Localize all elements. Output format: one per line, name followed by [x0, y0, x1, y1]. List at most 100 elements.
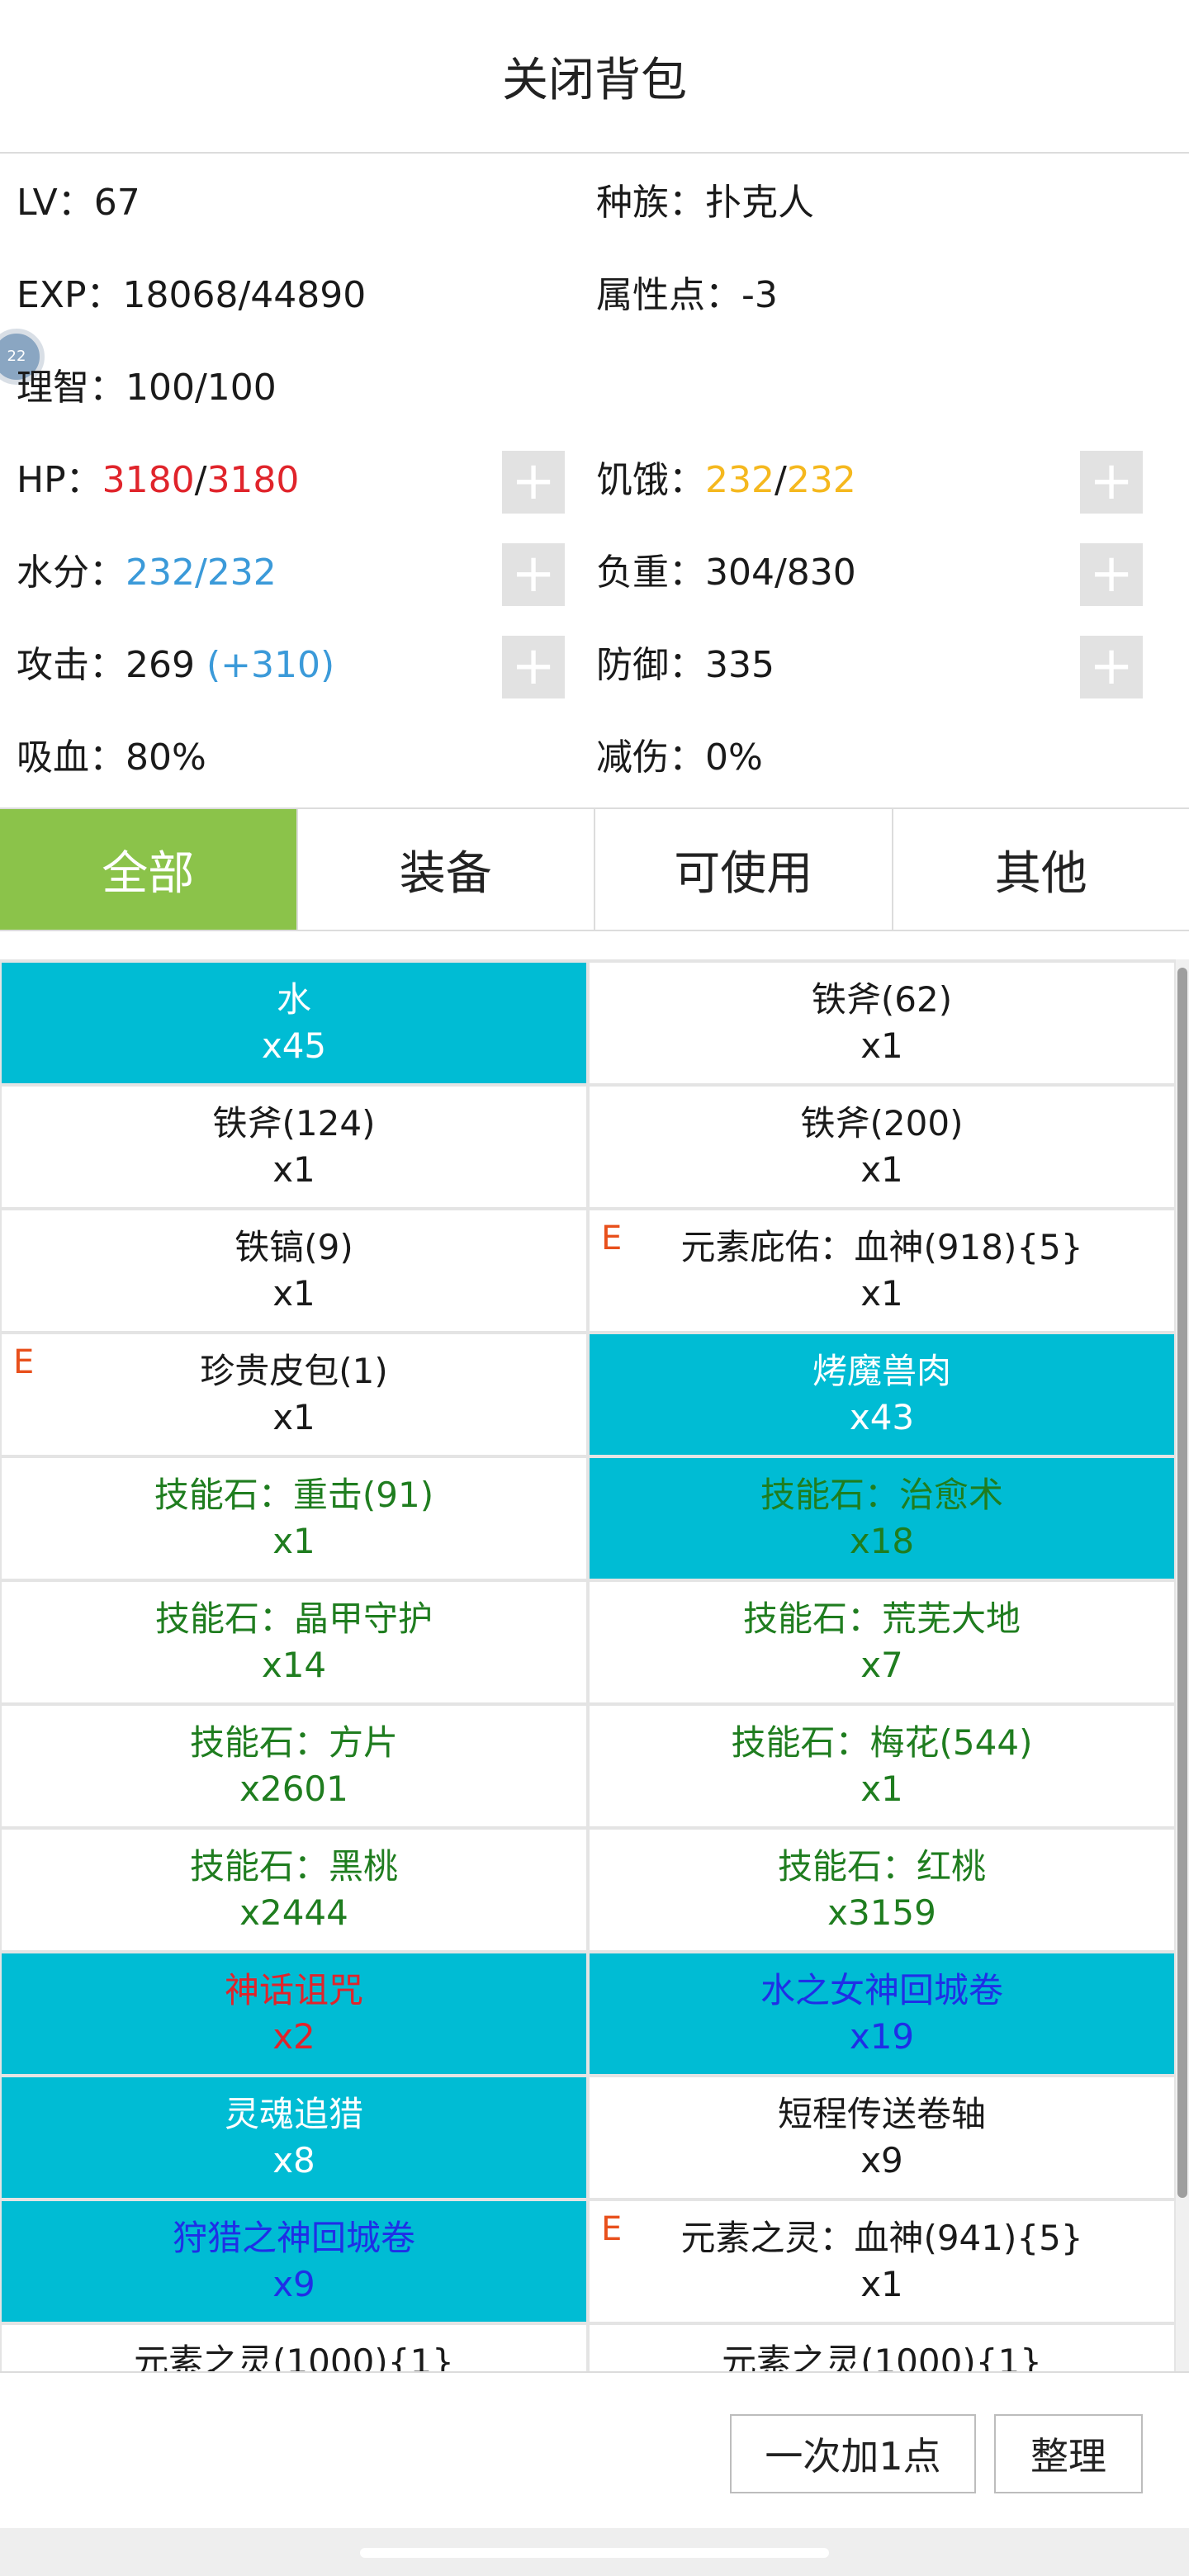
stat-hp-label: HP：	[17, 459, 102, 501]
plus-icon: +	[1089, 543, 1134, 604]
inventory-item[interactable]: 元素之灵(1000){1}x1	[2, 2325, 586, 2371]
inventory-item[interactable]: 灵魂追猎 x8	[2, 2077, 586, 2198]
inventory-item-count: x9	[272, 2264, 315, 2304]
stat-attribute-points-label: 属性点：	[596, 274, 741, 316]
inventory-item-name: 神话诅咒	[224, 1970, 363, 2010]
inventory-item-name: 技能石：治愈术	[760, 1475, 1003, 1515]
load-plus-button[interactable]: +	[1080, 543, 1143, 606]
tab-all[interactable]: 全部	[0, 809, 296, 930]
inventory-item[interactable]: 技能石：晶甲守护 x14	[2, 1582, 586, 1702]
inventory-item[interactable]: 技能石：梅花(544) x1	[590, 1706, 1174, 1826]
plus-icon: +	[511, 636, 556, 697]
inventory-item-count: x1	[860, 1273, 903, 1314]
inventory-item[interactable]: 技能石：荒芜大地 x7	[590, 1582, 1174, 1702]
inventory-item-name: 技能石：方片	[189, 1722, 398, 1763]
plus-icon: +	[511, 543, 556, 604]
stat-race: 种族：扑克人	[596, 170, 814, 236]
inventory-item-count: x18	[849, 1521, 915, 1561]
stat-lifesteal-label: 吸血：	[17, 736, 126, 779]
plus-icon: +	[1089, 451, 1134, 512]
stat-hp: HP：3180/3180	[17, 447, 299, 514]
attack-plus-button[interactable]: +	[502, 636, 565, 698]
add-one-point-label: 一次加1点	[765, 2434, 941, 2479]
inventory-scrollbar[interactable]	[1176, 959, 1189, 2371]
inventory-item-name: 技能石：梅花(544)	[731, 1722, 1033, 1763]
tab-equipment-label: 装备	[399, 846, 492, 901]
stat-sanity-label: 理智：	[17, 367, 126, 409]
inventory-item[interactable]: 元素之灵(1000){1}x1	[590, 2325, 1174, 2371]
tab-other-label: 其他	[994, 846, 1087, 901]
bottom-toolbar: 一次加1点 整理	[0, 2371, 1189, 2528]
sort-button[interactable]: 整理	[994, 2414, 1143, 2493]
stat-load: 负重：304/830	[596, 540, 856, 606]
inventory-item[interactable]: 水 x45	[2, 963, 586, 1083]
inventory-list[interactable]: 水 x45 铁斧(62) x1 铁斧(124) x1 铁斧(200) x1 铁镐(9) x1 E 元素…	[0, 959, 1176, 2371]
stat-water-max: 232	[206, 552, 277, 594]
tab-other[interactable]: 其他	[891, 809, 1189, 930]
stat-level-value: 67	[93, 182, 140, 224]
stat-water-label: 水分：	[17, 552, 126, 594]
stat-load-label: 负重：	[596, 552, 705, 594]
inventory-item[interactable]: 铁镐(9) x1	[2, 1210, 586, 1331]
inventory-item-count: x19	[849, 2016, 915, 2057]
stat-attack-label: 攻击：	[17, 644, 126, 686]
inventory-item[interactable]: 神话诅咒 x2	[2, 1953, 586, 2074]
inventory-item-count: x2	[272, 2016, 315, 2057]
inventory-item[interactable]: 铁斧(124) x1	[2, 1087, 586, 1207]
inventory-item[interactable]: 烤魔兽肉 x43	[590, 1334, 1174, 1455]
inventory-item-name: 铁斧(124)	[212, 1103, 376, 1144]
inventory-item[interactable]: E 元素庇佑：血神(918){5} x1	[590, 1210, 1174, 1331]
stat-hunger-label: 饥饿：	[596, 459, 705, 501]
inventory-item[interactable]: E 元素之灵：血神(941){5} x1	[590, 2201, 1174, 2322]
inventory-item[interactable]: 技能石：红桃 x3159	[590, 1830, 1174, 1950]
close-backpack-header[interactable]: 关闭背包	[0, 0, 1189, 154]
inventory-item[interactable]: 狩猎之神回城卷 x9	[2, 2201, 586, 2322]
stat-exp: EXP：18068/44890	[17, 263, 366, 329]
inventory-grid: 水 x45 铁斧(62) x1 铁斧(124) x1 铁斧(200) x1 铁镐(9) x1 E 元素…	[0, 959, 1176, 2371]
add-one-point-button[interactable]: 一次加1点	[730, 2414, 976, 2493]
inventory-item-name: 技能石：红桃	[777, 1846, 986, 1887]
inventory-item[interactable]: 技能石：方片 x2601	[2, 1706, 586, 1826]
inventory-item-name: 技能石：黑桃	[189, 1846, 398, 1887]
home-indicator[interactable]	[360, 2548, 829, 2558]
inventory-item-count: x1	[272, 1149, 315, 1190]
stat-race-value: 扑克人	[705, 182, 814, 224]
stat-lifesteal-value: 80%	[126, 736, 206, 779]
water-plus-button[interactable]: +	[502, 543, 565, 606]
inventory-item[interactable]: 水之女神回城卷 x19	[590, 1953, 1174, 2074]
inventory-item[interactable]: 短程传送卷轴 x9	[590, 2077, 1174, 2198]
inventory-scroll-thumb[interactable]	[1177, 968, 1187, 2198]
tab-usable[interactable]: 可使用	[594, 809, 892, 930]
stat-attack: 攻击：269 (+310)	[17, 632, 334, 698]
defense-plus-button[interactable]: +	[1080, 636, 1143, 698]
inventory-item-name: 元素之灵(1000){1}	[134, 2342, 454, 2371]
inventory-item-name: 珍贵皮包(1)	[200, 1351, 388, 1391]
inventory-item-count: x9	[860, 2140, 903, 2181]
stat-exp-value: 18068/44890	[122, 274, 367, 316]
inventory-item[interactable]: 铁斧(200) x1	[590, 1087, 1174, 1207]
stat-defense-label: 防御：	[596, 644, 705, 686]
inventory-item[interactable]: 铁斧(62) x1	[590, 963, 1174, 1083]
tab-usable-label: 可使用	[674, 846, 813, 901]
inventory-item-count: x3159	[827, 1892, 936, 1933]
inventory-item[interactable]: 技能石：黑桃 x2444	[2, 1830, 586, 1950]
inventory-item-count: x1	[272, 1273, 315, 1314]
stat-exp-label: EXP：	[17, 274, 123, 316]
stat-sanity: 理智：100/100	[17, 355, 277, 421]
inventory-item-name: 技能石：重击(91)	[154, 1475, 434, 1515]
hunger-plus-button[interactable]: +	[1080, 451, 1143, 514]
inventory-item[interactable]: E 珍贵皮包(1) x1	[2, 1334, 586, 1455]
stat-race-label: 种族：	[596, 182, 705, 224]
inventory-item-name: 水	[276, 979, 311, 1020]
stat-attribute-points-value: -3	[741, 274, 778, 316]
inventory-item-name: 铁斧(200)	[800, 1103, 964, 1144]
close-backpack-title: 关闭背包	[502, 53, 687, 107]
inventory-item[interactable]: 技能石：重击(91) x1	[2, 1458, 586, 1579]
inventory-item-count: x1	[272, 1397, 315, 1437]
inventory-item[interactable]: 技能石：治愈术 x18	[590, 1458, 1174, 1579]
tab-equipment[interactable]: 装备	[296, 809, 594, 930]
tab-all-label: 全部	[102, 846, 195, 901]
category-tabs: 全部 装备 可使用 其他	[0, 807, 1189, 931]
hp-plus-button[interactable]: +	[502, 451, 565, 514]
stat-attribute-points: 属性点：-3	[596, 263, 778, 329]
